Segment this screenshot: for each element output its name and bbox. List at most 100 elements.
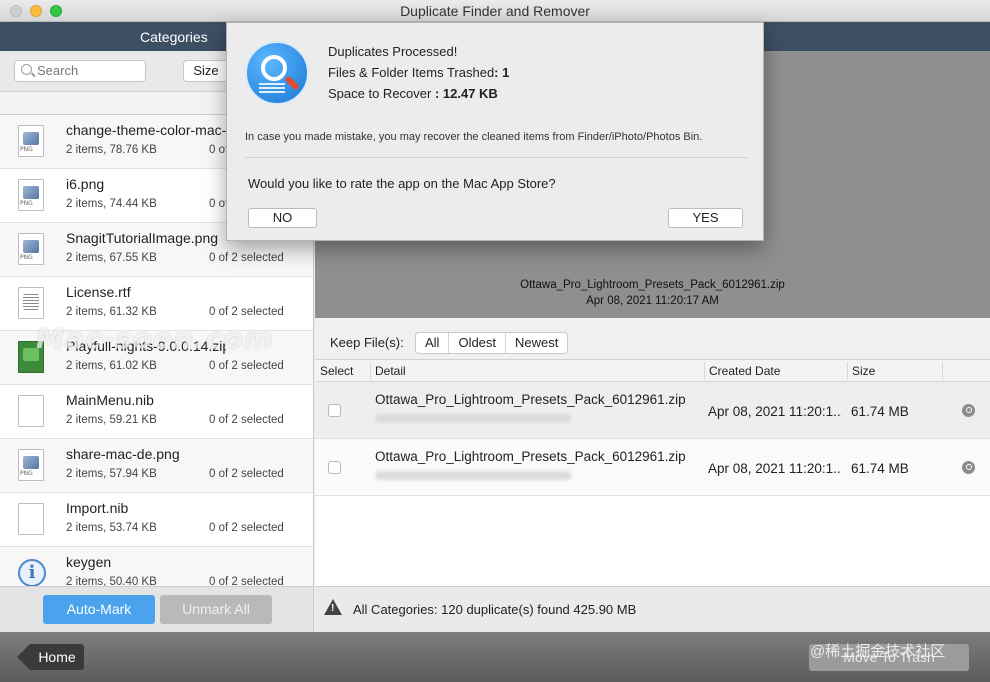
title-bar: Duplicate Finder and Remover: [0, 0, 990, 22]
yes-button[interactable]: YES: [668, 208, 743, 228]
rtf-file-icon: [18, 287, 44, 319]
keep-all-option[interactable]: All: [416, 333, 450, 353]
file-name: Import.nib: [66, 500, 129, 516]
row-created-date: Apr 08, 2021 11:20:1...: [708, 461, 842, 476]
search-box[interactable]: [14, 60, 146, 82]
status-text: All Categories: 120 duplicate(s) found 4…: [353, 602, 637, 617]
items-trashed-label: Files & Folder Items Trashed: [328, 65, 495, 80]
dialog-heading: Duplicates Processed!: [328, 44, 458, 59]
keep-files-bar: Keep File(s): All Oldest Newest: [315, 318, 990, 360]
dialog-recover-note: In case you made mistake, you may recove…: [245, 131, 703, 143]
keep-files-label: Keep File(s):: [330, 335, 404, 350]
file-name: License.rtf: [66, 284, 131, 300]
minimize-window-button[interactable]: [30, 5, 42, 17]
png-file-icon: PNG: [18, 125, 44, 157]
file-name: share-mac-de.png: [66, 446, 180, 462]
close-window-button[interactable]: [10, 5, 22, 17]
file-selection-count: 0 of 2 selected: [209, 576, 284, 586]
row-file-path-blurred: [375, 414, 571, 423]
list-item[interactable]: Playfull-nights-9.0.0.14.zip 2 items, 61…: [0, 331, 313, 385]
left-action-bar: Auto-Mark Unmark All: [0, 586, 314, 632]
keep-oldest-option[interactable]: Oldest: [449, 333, 507, 353]
row-size: 61.74 MB: [851, 461, 909, 476]
file-meta: 2 items, 59.21 KB: [66, 414, 157, 426]
window-title: Duplicate Finder and Remover: [400, 3, 590, 19]
items-trashed-value: : 1: [494, 65, 510, 80]
png-file-icon: PNG: [18, 233, 44, 265]
file-name: keygen: [66, 554, 112, 570]
file-name: SnagitTutorialImage.png: [66, 230, 219, 246]
move-to-trash-button[interactable]: Move To Trash: [809, 644, 969, 671]
file-selection-count: 0 of 2 selected: [209, 306, 284, 318]
table-row[interactable]: Ottawa_Pro_Lightroom_Presets_Pack_601296…: [315, 382, 990, 439]
file-meta: 2 items, 50.40 KB: [66, 576, 157, 586]
keep-files-segmented-control: All Oldest Newest: [415, 332, 569, 354]
file-meta: 2 items, 61.32 KB: [66, 306, 157, 318]
file-selection-count: 0 of 2 selected: [209, 522, 284, 534]
column-header-detail[interactable]: Detail: [375, 364, 406, 378]
zoom-window-button[interactable]: [50, 5, 62, 17]
png-file-icon: PNG: [18, 179, 44, 211]
search-input[interactable]: [37, 63, 141, 78]
file-meta: 2 items, 78.76 KB: [66, 144, 157, 156]
categories-title[interactable]: Categories: [140, 29, 208, 45]
file-meta: 2 items, 67.55 KB: [66, 252, 157, 264]
table-header: Select Detail Created Date Size: [315, 360, 990, 382]
row-size: 61.74 MB: [851, 404, 909, 419]
file-meta: 2 items, 74.44 KB: [66, 198, 157, 210]
dialog-divider: [245, 157, 748, 158]
list-item[interactable]: License.rtf 2 items, 61.32 KB 0 of 2 sel…: [0, 277, 313, 331]
dialog-rate-question: Would you like to rate the app on the Ma…: [248, 176, 556, 191]
zip-file-icon: [18, 341, 44, 373]
row-file-name: Ottawa_Pro_Lightroom_Presets_Pack_601296…: [375, 392, 686, 407]
magnifier-icon[interactable]: [962, 404, 975, 417]
auto-mark-button[interactable]: Auto-Mark: [43, 595, 155, 624]
row-checkbox[interactable]: [328, 461, 341, 474]
file-selection-count: 0 of 2 selected: [209, 468, 284, 480]
space-value: : 12.47 KB: [431, 86, 498, 101]
row-created-date: Apr 08, 2021 11:20:1...: [708, 404, 842, 419]
png-file-icon: PNG: [18, 449, 44, 481]
file-name: Playfull-nights-9.0.0.14.zip: [66, 338, 226, 354]
duplicates-table: Select Detail Created Date Size Ottawa_P…: [315, 360, 990, 586]
file-name: MainMenu.nib: [66, 392, 154, 408]
preview-file-date: Apr 08, 2021 11:20:17 AM: [586, 295, 719, 307]
blank-file-icon: [18, 395, 44, 427]
column-header-created[interactable]: Created Date: [709, 364, 780, 378]
app-logo-icon: [245, 41, 309, 105]
search-icon: [21, 64, 32, 75]
space-label: Space to Recover: [328, 86, 432, 101]
preview-file-name: Ottawa_Pro_Lightroom_Presets_Pack_601296…: [520, 279, 785, 291]
magnifier-icon[interactable]: [962, 461, 975, 474]
list-item[interactable]: MainMenu.nib 2 items, 59.21 KB 0 of 2 se…: [0, 385, 313, 439]
file-name: i6.png: [66, 176, 105, 192]
list-item[interactable]: PNG share-mac-de.png 2 items, 57.94 KB 0…: [0, 439, 313, 493]
file-selection-count: 0 of 2 selected: [209, 252, 284, 264]
table-row[interactable]: Ottawa_Pro_Lightroom_Presets_Pack_601296…: [315, 439, 990, 496]
list-item[interactable]: Import.nib 2 items, 53.74 KB 0 of 2 sele…: [0, 493, 313, 547]
footer-bar: Home Move To Trash: [0, 632, 990, 682]
list-item[interactable]: i keygen 2 items, 50.40 KB 0 of 2 select…: [0, 547, 313, 586]
file-meta: 2 items, 57.94 KB: [66, 468, 157, 480]
row-file-path-blurred: [375, 471, 571, 480]
duplicates-processed-dialog: Duplicates Processed! Files & Folder Ite…: [226, 22, 764, 241]
dialog-space-to-recover: Space to Recover : 12.47 KB: [328, 86, 498, 101]
status-bar: ! All Categories: 120 duplicate(s) found…: [315, 586, 990, 632]
dialog-items-trashed: Files & Folder Items Trashed: 1: [328, 65, 509, 80]
file-meta: 2 items, 53.74 KB: [66, 522, 157, 534]
row-checkbox[interactable]: [328, 404, 341, 417]
row-file-name: Ottawa_Pro_Lightroom_Presets_Pack_601296…: [375, 449, 686, 464]
file-selection-count: 0 of 2 selected: [209, 414, 284, 426]
column-header-select[interactable]: Select: [320, 364, 353, 378]
column-header-size[interactable]: Size: [852, 364, 875, 378]
blank-file-icon: [18, 503, 44, 535]
file-meta: 2 items, 61.02 KB: [66, 360, 157, 372]
file-name: change-theme-color-mac-: [66, 122, 226, 138]
info-icon: i: [18, 559, 46, 586]
unmark-all-button[interactable]: Unmark All: [160, 595, 272, 624]
keep-newest-option[interactable]: Newest: [506, 333, 567, 353]
no-button[interactable]: NO: [248, 208, 317, 228]
sort-select[interactable]: Size: [183, 60, 229, 82]
home-button[interactable]: Home: [17, 644, 84, 670]
file-selection-count: 0 of 2 selected: [209, 360, 284, 372]
